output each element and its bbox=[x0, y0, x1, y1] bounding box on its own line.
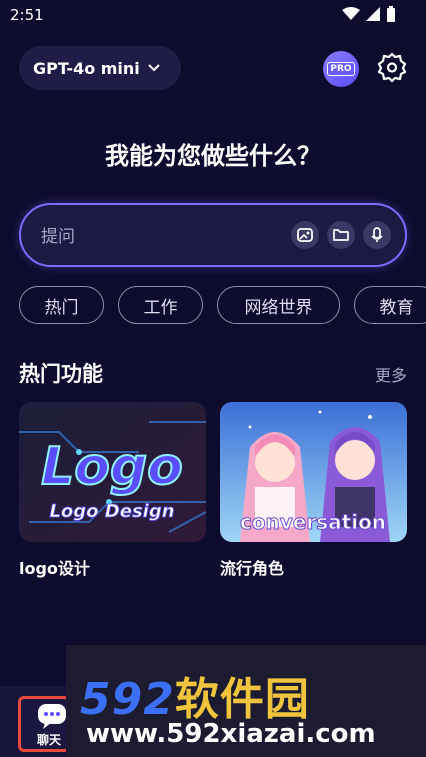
header: GPT-4o mini PRO bbox=[19, 46, 407, 90]
wifi-icon bbox=[342, 7, 360, 20]
image-upload-button[interactable] bbox=[291, 221, 319, 249]
card-popular-characters[interactable]: conversation bbox=[220, 402, 407, 542]
file-upload-button[interactable] bbox=[327, 221, 355, 249]
tab-chat[interactable]: 聊天 bbox=[18, 696, 70, 752]
gear-icon[interactable] bbox=[377, 52, 407, 82]
watermark-brand-cn: 软件园 bbox=[174, 674, 310, 725]
conversation-image-text: conversation bbox=[240, 510, 386, 534]
more-link[interactable]: 更多 bbox=[375, 362, 407, 386]
watermark-brand-digits: 592 bbox=[80, 674, 175, 725]
logo-design-image: Logo Logo Design bbox=[19, 402, 206, 542]
system-icons bbox=[342, 6, 396, 22]
logo-image-text: Logo bbox=[41, 437, 183, 497]
chip-education[interactable]: 教育 bbox=[354, 286, 426, 324]
pro-badge-button[interactable]: PRO bbox=[323, 51, 359, 87]
popular-characters-image: conversation bbox=[220, 402, 407, 542]
card-label-logo-design: logo设计 bbox=[19, 559, 90, 578]
card-label-popular-characters: 流行角色 bbox=[220, 559, 285, 578]
signal-icon bbox=[366, 7, 380, 21]
microphone-icon bbox=[371, 227, 383, 242]
tab-chat-label: 聊天 bbox=[37, 733, 62, 747]
voice-input-button[interactable] bbox=[363, 221, 391, 249]
watermark: 592软件园 www.592xiazai.com bbox=[66, 645, 426, 757]
battery-icon bbox=[387, 6, 395, 22]
logo-design-image-text: Logo Design bbox=[49, 501, 174, 522]
status-time: 2:51 bbox=[10, 6, 44, 24]
model-name: GPT-4o mini bbox=[33, 58, 140, 78]
model-selector-button[interactable]: GPT-4o mini bbox=[19, 46, 181, 90]
prompt-input[interactable] bbox=[39, 223, 263, 251]
chat-bubble-icon bbox=[38, 704, 66, 729]
section-title: 热门功能 bbox=[19, 362, 103, 386]
chip-work[interactable]: 工作 bbox=[118, 286, 203, 324]
image-icon bbox=[297, 228, 313, 242]
prompt-box bbox=[19, 203, 407, 267]
status-bar: 2:51 bbox=[0, 0, 426, 30]
chevron-down-icon bbox=[148, 64, 160, 72]
category-chips: 热门 工作 网络世界 教育 bbox=[19, 286, 426, 326]
watermark-brand: 592软件园 bbox=[80, 663, 310, 727]
watermark-url: www.592xiazai.com bbox=[86, 719, 376, 749]
folder-icon bbox=[333, 229, 349, 241]
chip-hot[interactable]: 热门 bbox=[19, 286, 104, 324]
page-title: 我能为您做些什么？ bbox=[105, 142, 321, 170]
chip-online-world[interactable]: 网络世界 bbox=[217, 286, 340, 324]
pro-label: PRO bbox=[327, 62, 355, 76]
card-logo-design[interactable]: Logo Logo Design bbox=[19, 402, 206, 542]
